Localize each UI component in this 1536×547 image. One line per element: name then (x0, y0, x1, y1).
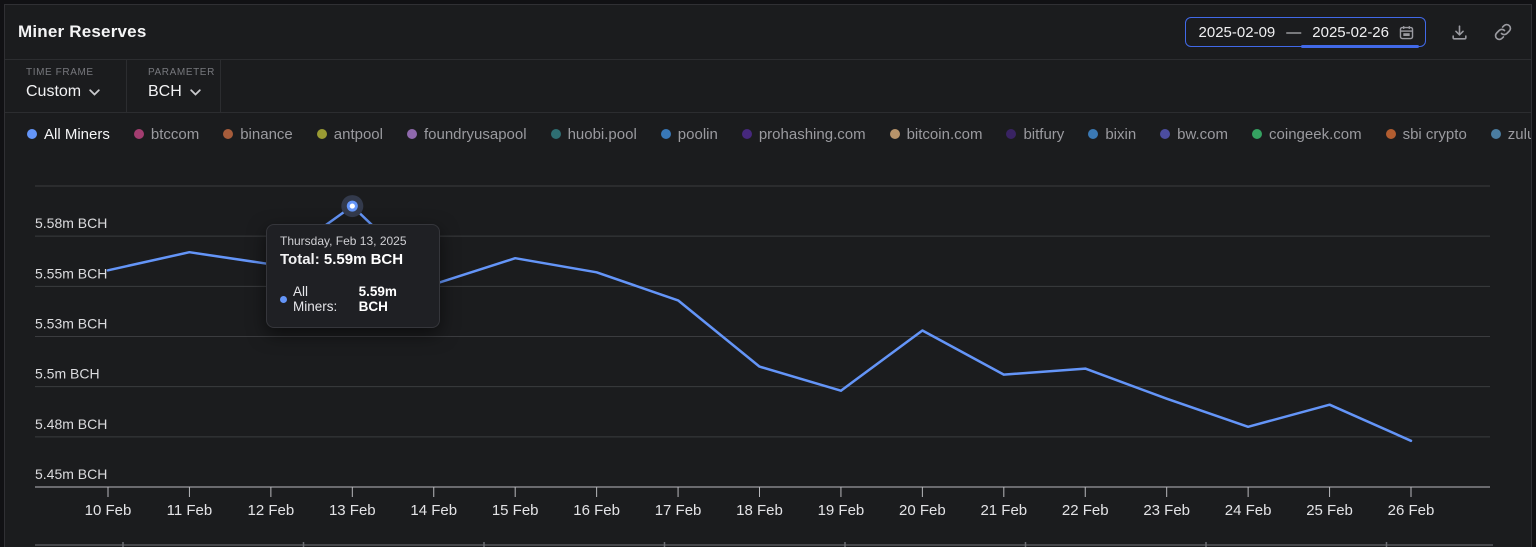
date-range-picker[interactable]: 2025-02-09 — 2025-02-26 (1185, 17, 1426, 47)
page-title: Miner Reserves (18, 22, 146, 42)
legend-dot-icon (661, 129, 671, 139)
legend-dot-icon (1006, 129, 1016, 139)
legend-item-all-miners[interactable]: All Miners (27, 126, 110, 143)
legend-dot-icon (317, 129, 327, 139)
legend-item-antpool[interactable]: antpool (317, 126, 383, 143)
tooltip-total: Total: 5.59m BCH (280, 251, 426, 268)
legend-item-prohashing-com[interactable]: prohashing.com (742, 126, 866, 143)
tooltip-date: Thursday, Feb 13, 2025 (280, 234, 426, 248)
legend-dot-icon (1088, 129, 1098, 139)
chevron-down-icon (89, 89, 100, 96)
legend-item-binance[interactable]: binance (223, 126, 293, 143)
miner-reserves-panel: Miner Reserves 2025-02-09 — 2025-02-26 (4, 4, 1532, 547)
time-frame-dropdown[interactable]: TIME FRAME Custom (5, 60, 127, 112)
legend-item-bitcoin-com[interactable]: bitcoin.com (890, 126, 983, 143)
date-range-separator: — (1286, 24, 1301, 41)
legend-dot-icon (551, 129, 561, 139)
chevron-down-icon (190, 89, 201, 96)
legend-dot-icon (27, 129, 37, 139)
legend-dot-icon (134, 129, 144, 139)
legend-dot-icon (890, 129, 900, 139)
legend-item-bixin[interactable]: bixin (1088, 126, 1136, 143)
legend-dot-icon (223, 129, 233, 139)
parameter-label: PARAMETER (148, 67, 220, 78)
legend-dot-icon (1491, 129, 1501, 139)
legend-dot-icon (407, 129, 417, 139)
time-frame-label: TIME FRAME (26, 67, 126, 78)
legend-item-huobi-pool[interactable]: huobi.pool (551, 126, 637, 143)
chart-tooltip: Thursday, Feb 13, 2025 Total: 5.59m BCH … (266, 224, 440, 328)
legend-dot-icon (1386, 129, 1396, 139)
legend-item-bw-com[interactable]: bw.com (1160, 126, 1228, 143)
download-icon[interactable] (1450, 23, 1469, 42)
legend-dot-icon (1252, 129, 1262, 139)
legend-item-zulupool[interactable]: zulupool (1491, 126, 1531, 143)
legend-item-sbi-crypto[interactable]: sbi crypto (1386, 126, 1467, 143)
tooltip-series-row: All Miners: 5.59m BCH (280, 284, 426, 314)
parameter-value: BCH (148, 83, 182, 101)
header-actions: 2025-02-09 — 2025-02-26 (1185, 17, 1513, 47)
legend-item-bitfury[interactable]: bitfury (1006, 126, 1064, 143)
calendar-icon[interactable] (1398, 24, 1415, 41)
date-range-start[interactable]: 2025-02-09 (1199, 24, 1276, 41)
parameter-dropdown[interactable]: PARAMETER BCH (127, 60, 221, 112)
controls-row: TIME FRAME Custom PARAMETER BCH (5, 60, 1531, 113)
link-icon[interactable] (1493, 22, 1513, 42)
legend-dot-icon (742, 129, 752, 139)
series-dot-icon (280, 296, 287, 303)
legend-item-coingeek-com[interactable]: coingeek.com (1252, 126, 1362, 143)
legend-item-poolin[interactable]: poolin (661, 126, 718, 143)
time-frame-value: Custom (26, 83, 81, 101)
date-range-end[interactable]: 2025-02-26 (1312, 24, 1389, 41)
legend: All Miners btccom binance antpool foundr… (5, 113, 1531, 155)
legend-item-btccom[interactable]: btccom (134, 126, 199, 143)
legend-item-foundryusapool[interactable]: foundryusapool (407, 126, 527, 143)
panel-header: Miner Reserves 2025-02-09 — 2025-02-26 (5, 5, 1531, 60)
legend-dot-icon (1160, 129, 1170, 139)
active-date-underline (1301, 45, 1419, 48)
